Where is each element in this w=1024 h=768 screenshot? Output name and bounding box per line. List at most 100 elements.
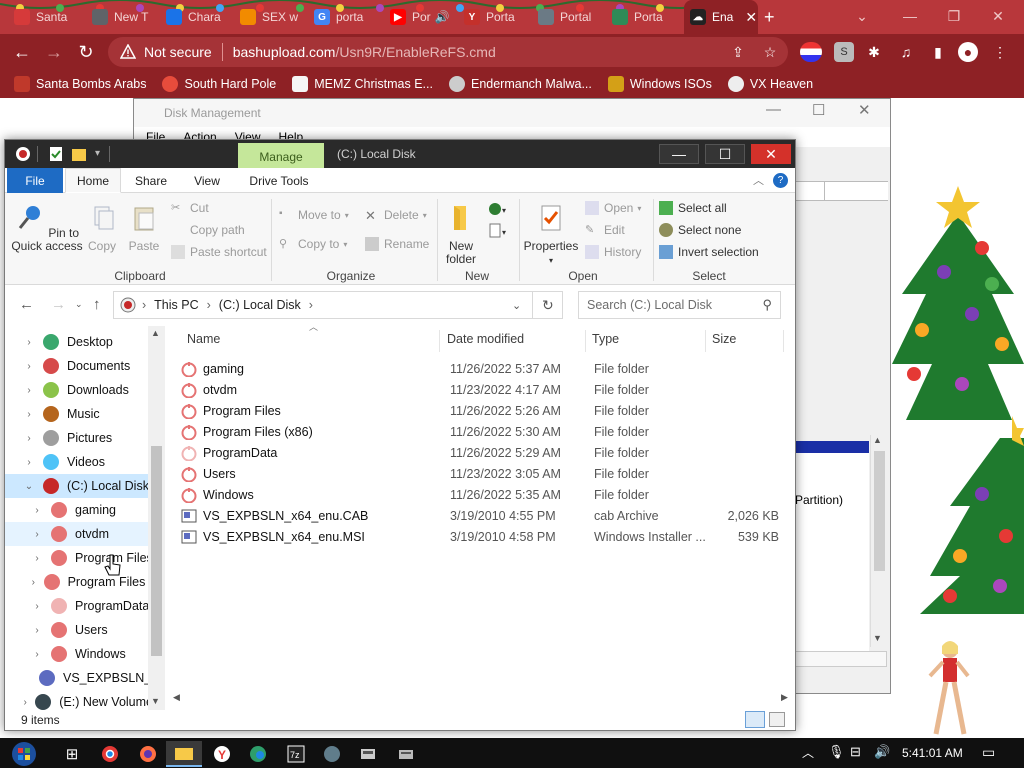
details-view-icon[interactable] <box>745 711 765 728</box>
clock[interactable]: 5:41:01 AM <box>902 746 963 760</box>
close-button[interactable]: ✕ <box>751 144 791 164</box>
table-row[interactable]: Program Files (x86) 11/26/2022 5:30 AM Fil… <box>181 421 791 442</box>
scroll-down-icon[interactable]: ▼ <box>151 696 160 706</box>
paste-button[interactable]: Paste <box>127 203 161 253</box>
table-row[interactable]: Users 11/23/2022 3:05 AM File folder <box>181 463 791 484</box>
browser-tab[interactable]: Gporta <box>314 0 380 34</box>
chevron-right-icon[interactable]: › <box>23 433 35 444</box>
help-icon[interactable]: ? <box>773 173 788 188</box>
nav-item[interactable]: ⌄ (C:) Local Disk <box>5 474 153 498</box>
rename-button[interactable]: Rename <box>365 237 429 251</box>
chevron-right-icon[interactable]: › <box>31 577 36 588</box>
scroll-down-icon[interactable]: ▼ <box>873 633 882 643</box>
open-button[interactable]: Open ▾ <box>585 201 641 215</box>
chevron-right-icon[interactable]: › <box>23 409 35 420</box>
easy-access-icon[interactable]: ▾ <box>487 223 507 239</box>
back-icon[interactable]: ← <box>8 38 36 66</box>
vertical-scrollbar[interactable]: ▲ ▼ <box>148 326 165 710</box>
close-button[interactable]: ✕ <box>976 0 1020 32</box>
scroll-up-icon[interactable]: ▲ <box>151 328 160 338</box>
nav-item[interactable]: › ProgramData <box>5 594 153 618</box>
browser-tab[interactable]: Portal <box>538 0 602 34</box>
chevron-right-icon[interactable]: › <box>23 385 35 396</box>
bookmark-item[interactable]: MEMZ Christmas E... <box>292 76 433 92</box>
maximize-button[interactable]: ☐ <box>812 101 825 119</box>
browser-tab[interactable]: SEX w <box>240 0 304 34</box>
yandex-taskbar-icon[interactable]: Y <box>204 741 240 767</box>
minimize-button[interactable]: — <box>659 144 699 164</box>
nav-item[interactable]: › Downloads <box>5 378 153 402</box>
copy-to-button[interactable]: ⚲ Copy to ▾ <box>279 237 347 251</box>
file-explorer-taskbar-icon[interactable] <box>166 741 202 767</box>
chevron-down-icon[interactable]: ⌄ <box>23 481 35 492</box>
table-row[interactable]: gaming 11/26/2022 5:37 AM File folder <box>181 358 791 379</box>
nav-item[interactable]: › Desktop <box>5 330 153 354</box>
delete-button[interactable]: ✕ Delete ▾ <box>365 208 427 223</box>
breadcrumb-bar[interactable]: › This PC › (C:) Local Disk › ⌄ ↻ <box>113 291 563 319</box>
invert-selection-button[interactable]: Invert selection <box>659 245 759 259</box>
column-header-date[interactable]: Date modified <box>447 332 524 346</box>
extension-flag-icon[interactable] <box>800 42 822 62</box>
chevron-right-icon[interactable]: › <box>23 361 35 372</box>
extensions-puzzle-icon[interactable]: ✱ <box>864 42 884 62</box>
menu-kebab-icon[interactable]: ⋮ <box>990 42 1010 62</box>
media-control-icon[interactable]: ♫ <box>896 42 916 62</box>
bookmark-item[interactable]: Windows ISOs <box>607 76 712 92</box>
tab-drive-tools[interactable]: Drive Tools <box>237 168 321 193</box>
properties-icon[interactable] <box>49 146 63 162</box>
nav-item[interactable]: › Program Files <box>5 546 153 570</box>
address-bar[interactable]: Not secure bashupload.com/Usn9R/EnableRe… <box>108 37 788 67</box>
app-taskbar-icon[interactable] <box>314 741 350 767</box>
minimize-button[interactable]: — <box>888 0 932 32</box>
nav-item[interactable]: › gaming <box>5 498 153 522</box>
scrollbar-thumb[interactable] <box>151 446 162 656</box>
task-view-icon[interactable]: ⊞ <box>54 741 90 767</box>
disk-management-taskbar-icon[interactable] <box>350 741 386 767</box>
scrollbar-thumb[interactable] <box>874 451 885 571</box>
chrome-taskbar-icon[interactable] <box>92 741 128 767</box>
breadcrumb-item[interactable]: (C:) Local Disk <box>219 298 301 312</box>
search-input[interactable]: Search (C:) Local Disk ⚲ <box>578 291 781 319</box>
column-header-name[interactable]: Name <box>187 332 220 346</box>
table-row[interactable]: ProgramData 11/26/2022 5:29 AM File folder <box>181 442 791 463</box>
tab-view[interactable]: View <box>181 168 233 193</box>
firefox-taskbar-icon[interactable] <box>130 741 166 767</box>
chevron-right-icon[interactable]: › <box>23 697 27 708</box>
new-folder-button[interactable]: New folder <box>439 203 483 266</box>
vertical-scrollbar[interactable]: ▲ ▼ <box>870 435 887 647</box>
browser-tab[interactable]: Y Porta <box>464 0 528 34</box>
horizontal-scrollbar[interactable]: ◀ ▶ <box>167 690 795 707</box>
notifications-icon[interactable]: ▭ <box>982 744 995 761</box>
chevron-down-icon[interactable]: ⌄ <box>840 0 884 32</box>
chevron-right-icon[interactable]: › <box>31 553 43 564</box>
chevron-right-icon[interactable]: › <box>31 625 43 636</box>
nav-item[interactable]: › Users <box>5 618 153 642</box>
chevron-right-icon[interactable]: › <box>23 457 35 468</box>
chevron-down-icon[interactable]: ▾ <box>95 148 100 164</box>
edge-taskbar-icon[interactable] <box>240 741 276 767</box>
move-to-button[interactable]: ▪ Move to ▾ <box>279 208 349 222</box>
bookmark-item[interactable]: South Hard Pole <box>162 76 276 92</box>
column-header-type[interactable]: Type <box>592 332 619 346</box>
nav-item[interactable]: › Program Files ( <box>5 570 153 594</box>
chevron-right-icon[interactable]: › <box>31 529 43 540</box>
browser-tab[interactable]: Chara <box>166 0 230 34</box>
table-row[interactable]: Windows 11/26/2022 5:35 AM File folder <box>181 484 791 505</box>
browser-tab[interactable]: ▶ Por 🔊 <box>390 0 454 34</box>
browser-tab[interactable]: Santa <box>14 0 84 34</box>
profile-avatar-icon[interactable]: ● <box>958 42 978 62</box>
table-row[interactable]: Program Files 11/26/2022 5:26 AM File fold… <box>181 400 791 421</box>
share-icon[interactable]: ⇪ <box>728 42 748 62</box>
back-arrow-icon[interactable]: ← <box>19 296 34 313</box>
nav-item[interactable]: › (E:) New Volume <box>5 690 153 710</box>
chevron-right-icon[interactable]: › <box>23 337 35 348</box>
nav-item[interactable]: › Documents <box>5 354 153 378</box>
copy-button[interactable]: Copy <box>85 203 119 253</box>
scroll-up-icon[interactable]: ▲ <box>873 435 882 445</box>
close-button[interactable]: ✕ <box>858 101 871 119</box>
scroll-right-icon[interactable]: ▶ <box>781 692 788 703</box>
tab-home[interactable]: Home <box>65 168 121 193</box>
tab-share[interactable]: Share <box>125 168 177 193</box>
select-none-button[interactable]: Select none <box>659 223 741 237</box>
new-tab-button[interactable]: + <box>764 0 788 34</box>
